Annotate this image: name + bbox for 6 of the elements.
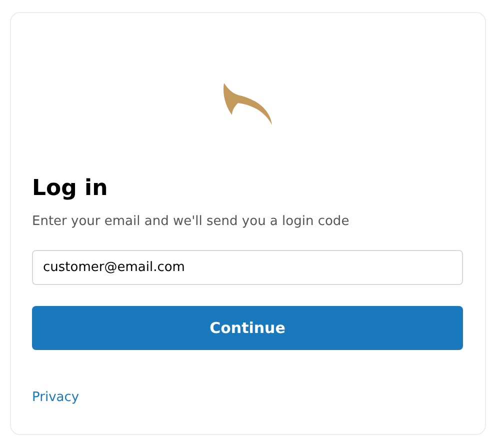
continue-button[interactable]: Continue: [32, 306, 463, 350]
subtitle: Enter your email and we'll send you a login code: [32, 213, 350, 231]
page-title: Log in: [32, 175, 109, 203]
logo-icon: [222, 83, 274, 125]
email-field[interactable]: customer@email.com: [32, 250, 463, 285]
privacy-link[interactable]: Privacy: [32, 390, 80, 405]
